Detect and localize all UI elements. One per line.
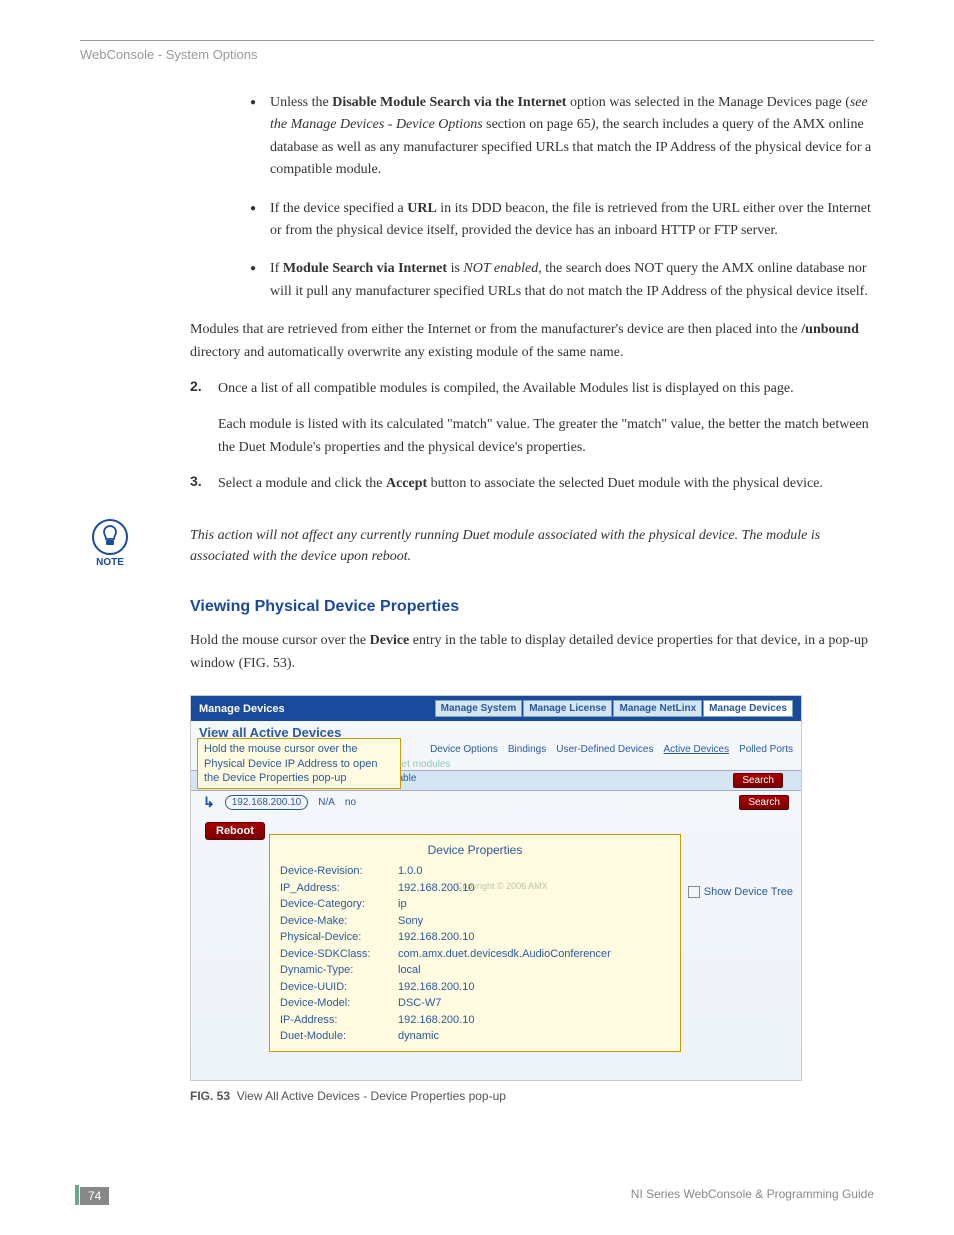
- text: If the device specified a: [270, 201, 407, 216]
- prop-val: 192.168.200.10: [398, 979, 474, 996]
- search-button[interactable]: Search: [733, 773, 783, 788]
- footer-title: NI Series WebConsole & Programming Guide: [631, 1187, 874, 1205]
- hint-callout: Hold the mouse cursor over the Physical …: [197, 738, 401, 789]
- text: N/A: [318, 797, 335, 808]
- step-number: 2.: [190, 378, 218, 459]
- bullet-item: If the device specified a URL in its DDD…: [250, 198, 874, 243]
- text: If: [270, 261, 283, 276]
- note-text: This action will not affect any currentl…: [190, 519, 874, 567]
- subtab-user-defined[interactable]: User-Defined Devices: [556, 744, 653, 755]
- paragraph: Modules that are retrieved from either t…: [190, 319, 874, 364]
- step-item: 2. Once a list of all compatible modules…: [190, 378, 874, 459]
- prop-val: com.amx.duet.devicesdk.AudioConferencer: [398, 946, 611, 963]
- paragraph: Hold the mouse cursor over the Device en…: [190, 630, 874, 675]
- prop-key: Duet-Module:: [280, 1028, 398, 1045]
- figure-caption-text: View All Active Devices - Device Propert…: [237, 1089, 506, 1103]
- device-properties-popup: Device Properties Device-Revision:1.0.0 …: [269, 834, 681, 1052]
- page-header: WebConsole - System Options: [80, 47, 874, 62]
- tab-manage-system[interactable]: Manage System: [435, 700, 523, 717]
- prop-key: Device-UUID:: [280, 979, 398, 996]
- prop-key: IP-Address:: [280, 1012, 398, 1029]
- figure-number: FIG. 53: [190, 1089, 230, 1103]
- text: Show Device Tree: [704, 886, 793, 898]
- prop-key: Device-SDKClass:: [280, 946, 398, 963]
- text: button to associate the selected Duet mo…: [427, 476, 823, 491]
- text: Hold the mouse cursor over the: [190, 633, 370, 648]
- tab-manage-license[interactable]: Manage License: [523, 700, 612, 717]
- figure-caption: FIG. 53 View All Active Devices - Device…: [190, 1089, 874, 1103]
- text: is: [447, 261, 463, 276]
- titlebar-text: Manage Devices: [199, 703, 285, 715]
- lightbulb-icon: [92, 519, 128, 555]
- tab-manage-devices[interactable]: Manage Devices: [703, 700, 793, 717]
- prop-key: Device-Model:: [280, 995, 398, 1012]
- arrow-icon: ↳: [203, 794, 215, 811]
- prop-key: Device-Make:: [280, 913, 398, 930]
- search-row-button[interactable]: Search: [739, 795, 789, 810]
- show-device-tree[interactable]: Show Device Tree: [688, 886, 793, 898]
- text: section on page 65: [483, 117, 591, 132]
- prop-val: local: [398, 962, 421, 979]
- prop-val: Sony: [398, 913, 423, 930]
- note-label: NOTE: [80, 557, 140, 568]
- bullet-item: Unless the Disable Module Search via the…: [250, 92, 874, 182]
- prop-val: 192.168.200.10: [398, 929, 474, 946]
- subtab-active-devices[interactable]: Active Devices: [664, 744, 730, 755]
- text: Unless the: [270, 95, 332, 110]
- text: Once a list of all compatible modules is…: [218, 378, 874, 400]
- popup-title: Device Properties: [280, 841, 670, 859]
- figure-screenshot: Manage Devices Manage System Manage Lice…: [190, 695, 802, 1081]
- text: option was selected in the Manage Device…: [566, 95, 849, 110]
- subtab-polled-ports[interactable]: Polled Ports: [739, 744, 793, 755]
- text: Disable Module Search via the Internet: [332, 95, 566, 110]
- prop-val: DSC-W7: [398, 995, 441, 1012]
- text: Select a module and click the: [218, 476, 386, 491]
- prop-key: Physical-Device:: [280, 929, 398, 946]
- prop-val: 1.0.0: [398, 863, 422, 880]
- prop-val: 192.168.200.10: [398, 1012, 474, 1029]
- text: Modules that are retrieved from either t…: [190, 322, 801, 337]
- text: Module Search via Internet: [283, 261, 447, 276]
- text: Accept: [386, 476, 427, 491]
- watermark: Copyright © 2006 AMX: [456, 881, 548, 891]
- text: Each module is listed with its calculate…: [218, 414, 874, 459]
- text: no: [345, 797, 356, 808]
- ip-link[interactable]: 192.168.200.10: [225, 795, 309, 810]
- prop-key: Dynamic-Type:: [280, 962, 398, 979]
- step-item: 3. Select a module and click the Accept …: [190, 473, 874, 495]
- tab-manage-netlinx[interactable]: Manage NetLinx: [613, 700, 702, 717]
- bullet-item: If Module Search via Internet is NOT ena…: [250, 258, 874, 303]
- section-heading: Viewing Physical Device Properties: [190, 598, 874, 616]
- step-number: 3.: [190, 473, 218, 495]
- subtab-bindings[interactable]: Bindings: [508, 744, 546, 755]
- prop-val: ip: [398, 896, 407, 913]
- text: URL: [407, 201, 437, 216]
- subtab-device-options[interactable]: Device Options: [430, 744, 498, 755]
- text: NOT enabled: [463, 261, 538, 276]
- prop-key: Device-Category:: [280, 896, 398, 913]
- page-number: 74: [80, 1187, 109, 1205]
- prop-key: IP_Address:: [280, 880, 398, 897]
- reboot-button[interactable]: Reboot: [205, 822, 265, 840]
- prop-key: Device-Revision:: [280, 863, 398, 880]
- text: directory and automatically overwrite an…: [190, 345, 623, 360]
- checkbox-icon[interactable]: [688, 886, 700, 898]
- prop-val: dynamic: [398, 1028, 439, 1045]
- text: Device: [370, 633, 410, 648]
- text: /unbound: [801, 322, 859, 337]
